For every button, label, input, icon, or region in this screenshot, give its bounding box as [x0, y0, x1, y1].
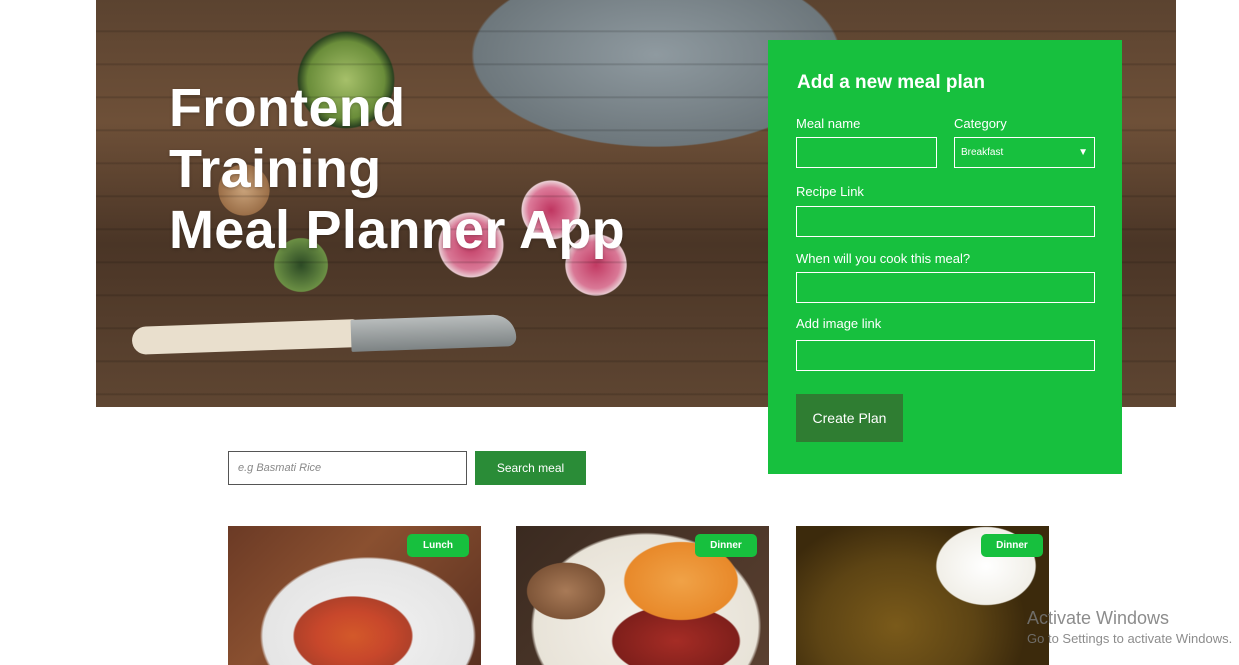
- watermark-subtitle: Go to Settings to activate Windows.: [1027, 631, 1233, 646]
- category-label: Category: [954, 116, 1007, 131]
- hero-title-line: Meal Planner App: [169, 200, 625, 260]
- recipe-link-input[interactable]: [796, 206, 1095, 237]
- dropdown-arrow-icon: ▼: [1078, 147, 1088, 158]
- category-badge: Dinner: [695, 534, 757, 557]
- form-title: Add a new meal plan: [797, 72, 985, 93]
- category-badge: Lunch: [407, 534, 469, 557]
- image-link-input[interactable]: [796, 340, 1095, 371]
- cook-time-input[interactable]: [796, 272, 1095, 303]
- cook-time-label: When will you cook this meal?: [796, 251, 971, 266]
- category-select[interactable]: Breakfast ▼: [954, 137, 1095, 168]
- meal-card[interactable]: Dinner: [796, 526, 1049, 665]
- knife-handle-image: [131, 319, 358, 355]
- hero-title-line: Frontend: [169, 78, 406, 138]
- create-plan-button[interactable]: Create Plan: [796, 394, 903, 442]
- knife-blade-image: [350, 314, 517, 352]
- meal-name-label: Meal name: [796, 116, 861, 131]
- meal-name-input[interactable]: [796, 137, 937, 168]
- meal-card[interactable]: Dinner: [516, 526, 769, 665]
- category-badge: Dinner: [981, 534, 1043, 557]
- image-link-label: Add image link: [796, 316, 882, 331]
- hero-title: Frontend Training Meal Planner App: [169, 78, 625, 261]
- category-selected-value: Breakfast: [961, 147, 1004, 158]
- meal-plan-form: Add a new meal plan Meal name Category B…: [768, 40, 1122, 474]
- hero-title-line: Training: [169, 139, 382, 199]
- recipe-link-label: Recipe Link: [796, 184, 864, 199]
- search-meal-button[interactable]: Search meal: [475, 451, 586, 485]
- meal-card[interactable]: Lunch: [228, 526, 481, 665]
- search-input[interactable]: [228, 451, 467, 485]
- watermark-title: Activate Windows: [1027, 608, 1170, 628]
- activate-windows-watermark: Activate Windows Go to Settings to activ…: [1027, 608, 1232, 646]
